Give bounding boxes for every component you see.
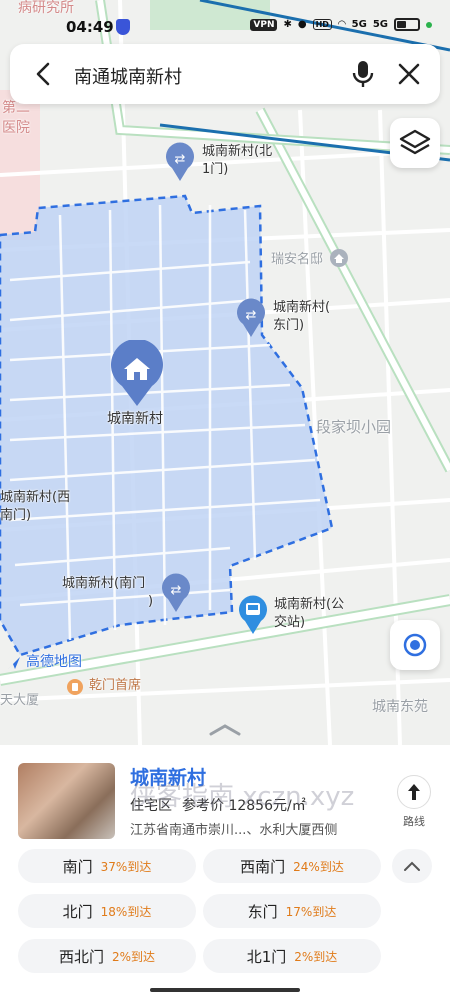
- gate-chip[interactable]: 西南门 24%到达: [203, 849, 381, 883]
- vpn-badge: VPN: [250, 18, 278, 31]
- bluetooth-icon: ✱: [283, 19, 292, 30]
- gate-icon: ⇄: [166, 142, 194, 181]
- gate-chip-pct: 2%到达: [294, 949, 338, 964]
- gate-chip-pct: 17%到达: [285, 904, 337, 919]
- route-button[interactable]: 路线: [396, 775, 432, 829]
- gate-chip[interactable]: 西北门 2%到达: [18, 939, 196, 973]
- poi-label-chengnan-east: 城南东苑: [372, 699, 428, 715]
- label-gate-east-line1: 城南新村(: [273, 300, 331, 315]
- signal-5g-icon-2: 5G: [372, 19, 388, 30]
- layers-icon: [399, 129, 431, 155]
- expand-gates-button[interactable]: [392, 849, 432, 883]
- bus-icon: [239, 595, 267, 634]
- gate-chip[interactable]: 东门 17%到达: [203, 894, 381, 928]
- label-gate-south-line1: 城南新村(南门: [62, 576, 146, 591]
- hd-badge: HD: [312, 19, 332, 30]
- amap-logo-icon: [6, 655, 22, 675]
- label-gate-north1-line1: 城南新村(北: [202, 144, 273, 159]
- search-bar[interactable]: 南通城南新村: [10, 44, 440, 104]
- map-canvas[interactable]: 病研究所 第二 医院 ⇄ 城南新村(北 1门) 瑞安名邸 ⇄ 城南新村( 东门)…: [0, 0, 450, 745]
- wifi-icon: ◠: [337, 19, 346, 30]
- gate-chip[interactable]: 南门 37%到达: [18, 849, 196, 883]
- poi-photo[interactable]: [18, 763, 115, 839]
- label-bus-line1: 城南新村(公: [274, 597, 345, 612]
- poi-category: 住宅区: [130, 798, 172, 814]
- gate-pin-south[interactable]: ⇄: [160, 573, 192, 617]
- svg-text:⇄: ⇄: [171, 583, 182, 598]
- poi-address: 江苏省南通市崇川...、水利大厦西侧: [130, 823, 338, 838]
- poi-detail-sheet: 城南新村 住宅区 参考价 12856元/㎡ 江苏省南通市崇川...、水利大厦西侧…: [0, 745, 450, 1000]
- amap-logo-text: 高德地图: [26, 654, 82, 670]
- shield-icon: [116, 19, 130, 35]
- status-icons: VPN ✱ ● HD ◠ 5G 5G: [250, 18, 432, 31]
- gate-chip-name: 东门: [247, 902, 278, 921]
- clear-search-button[interactable]: [394, 58, 424, 90]
- close-icon: [398, 63, 420, 85]
- poi-price: 参考价 12856元/㎡: [182, 798, 306, 814]
- label-gate-west-line1: 城南新村(西: [0, 490, 71, 505]
- gate-icon: ⇄: [237, 298, 265, 337]
- gate-chip-pct: 2%到达: [111, 949, 156, 964]
- route-arrow-icon: [397, 775, 431, 809]
- gate-chip[interactable]: 北1门 2%到达: [203, 939, 381, 973]
- label-bus-line2: 交站): [274, 615, 306, 630]
- back-button[interactable]: [28, 58, 60, 90]
- chevron-up-icon: [404, 861, 420, 871]
- poi-label-duanjiaba: 段家坝小园: [316, 418, 392, 436]
- poi-label-ruian: 瑞安名邸: [271, 252, 324, 267]
- gate-chip-pct: 18%到达: [100, 904, 152, 919]
- poi-label-qianmen: 乾门首席: [89, 678, 142, 693]
- home-icon: [111, 338, 163, 406]
- label-gate-east-line2: 东门): [273, 318, 305, 333]
- poi-name[interactable]: 城南新村: [130, 763, 206, 790]
- food-icon: [66, 678, 84, 700]
- privacy-dot-icon: [426, 21, 432, 28]
- gate-chip-name: 南门: [62, 857, 93, 876]
- label-gate-south-line2: ): [148, 594, 154, 609]
- signal-5g-icon: 5G: [351, 19, 367, 30]
- search-query[interactable]: 南通城南新村: [74, 63, 182, 89]
- gate-chip[interactable]: 北门 18%到达: [18, 894, 196, 928]
- location-icon: ●: [297, 19, 307, 30]
- status-time: 04:49: [66, 18, 114, 36]
- gate-chip-name: 北门: [62, 902, 93, 921]
- poi-label-dasha: 天大厦: [0, 693, 40, 708]
- svg-text:⇄: ⇄: [246, 308, 257, 323]
- locate-me-button[interactable]: [390, 620, 440, 670]
- gate-icon: ⇄: [162, 573, 190, 612]
- ruian-house-icon: [329, 248, 349, 272]
- label-gate-north1-line2: 1门): [202, 162, 229, 177]
- status-bar: 04:49 VPN ✱ ● HD ◠ 5G 5G: [0, 0, 450, 40]
- locate-icon: [403, 633, 427, 657]
- home-indicator[interactable]: [150, 988, 300, 992]
- gate-chip-name: 西南门: [240, 857, 286, 876]
- map-base-layer: [0, 0, 450, 745]
- voice-search-button[interactable]: [348, 58, 378, 90]
- poi-label-hospital-line2: 医院: [2, 120, 30, 136]
- gate-chip-name: 北1门: [246, 947, 287, 966]
- map-layers-button[interactable]: [390, 118, 440, 168]
- chevron-left-icon: [36, 62, 50, 86]
- bus-stop-pin[interactable]: [237, 595, 269, 639]
- gate-pin-east[interactable]: ⇄: [235, 298, 267, 342]
- gate-pin-north1[interactable]: ⇄: [164, 142, 196, 186]
- sheet-drag-handle[interactable]: [205, 722, 245, 738]
- gate-chip-name: 西北门: [58, 947, 104, 966]
- poi-meta: 住宅区 参考价 12856元/㎡: [130, 795, 306, 815]
- main-poi-pin[interactable]: [108, 338, 166, 412]
- label-main-poi: 城南新村: [107, 411, 163, 427]
- battery-icon: [394, 18, 420, 31]
- svg-text:⇄: ⇄: [175, 152, 186, 167]
- label-gate-west-line2: 南门): [0, 508, 32, 523]
- gate-chip-pct: 24%到达: [293, 859, 344, 874]
- gate-chip-pct: 37%到达: [100, 859, 152, 874]
- route-label: 路线: [403, 815, 425, 828]
- microphone-icon: [352, 61, 374, 87]
